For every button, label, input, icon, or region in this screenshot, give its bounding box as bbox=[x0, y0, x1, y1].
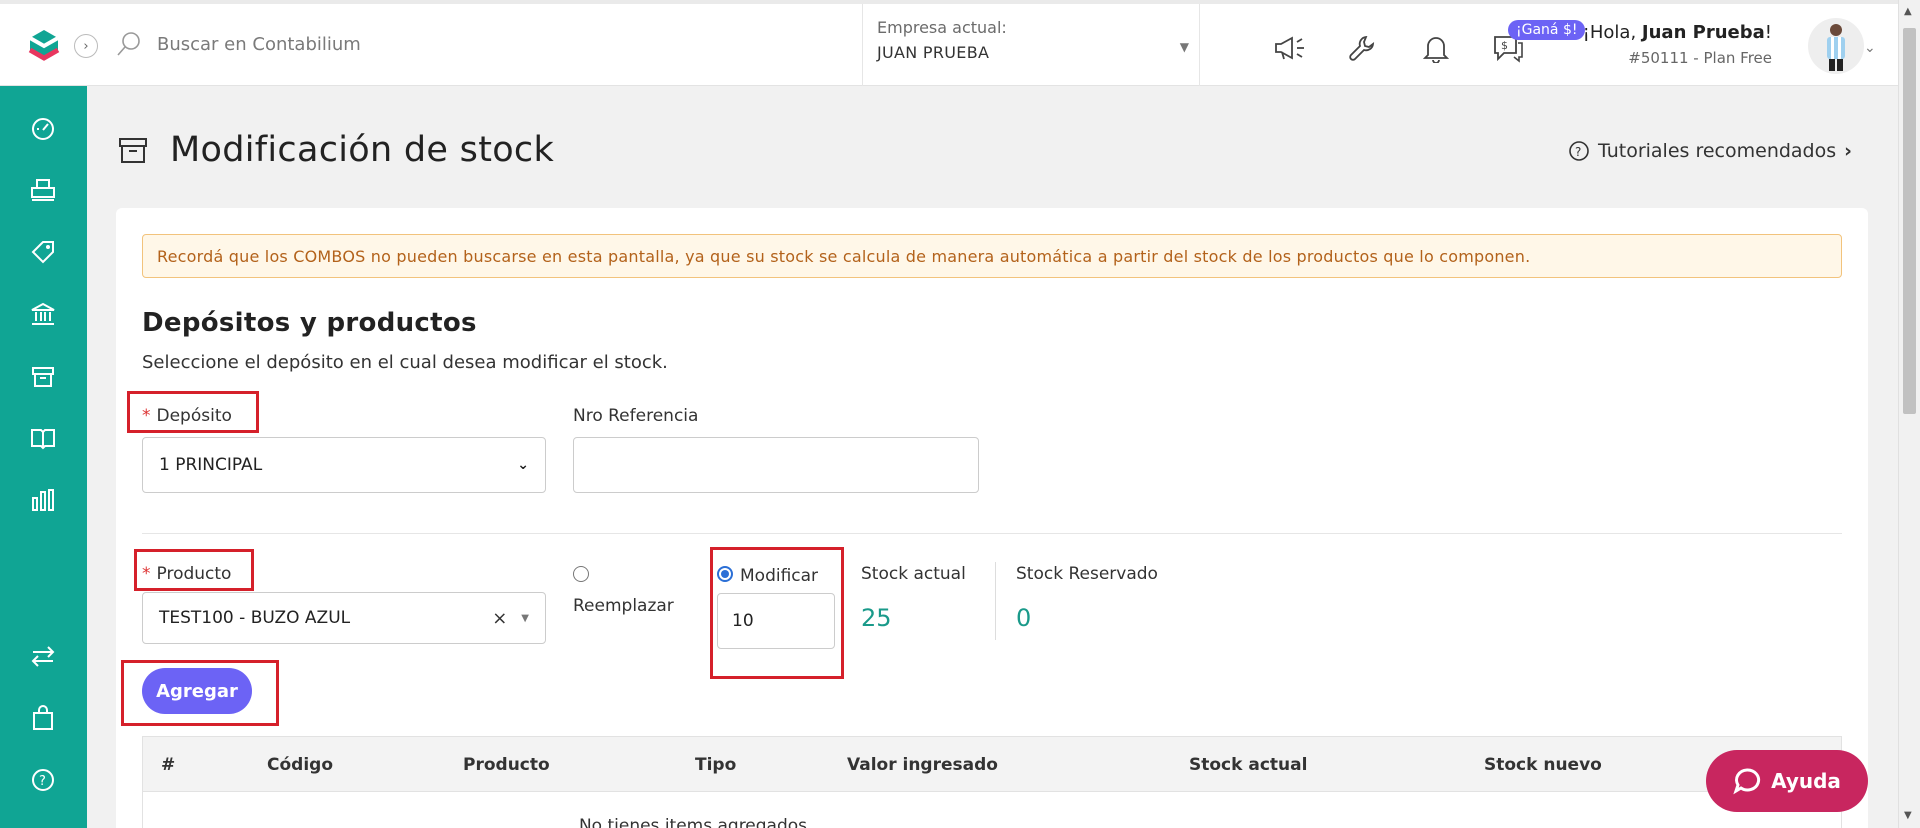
highlight-deposito-label bbox=[127, 391, 259, 433]
search-icon bbox=[117, 32, 140, 56]
highlight-add-button bbox=[121, 660, 279, 726]
empty-table-message: No tienes items agregados bbox=[578, 816, 808, 828]
top-header: › Empresa actual: JUAN PRUEBA ▼ $ ¡Ganá … bbox=[0, 0, 1898, 86]
page-header: Modificación de stock bbox=[118, 130, 554, 170]
referencia-input[interactable] bbox=[573, 437, 979, 493]
user-menu-caret-icon[interactable]: ⌄ bbox=[1864, 40, 1876, 56]
column-header: # bbox=[161, 755, 176, 775]
box-icon bbox=[32, 367, 54, 387]
tutorials-link[interactable]: ? Tutoriales recomendados › bbox=[1568, 140, 1852, 162]
section-title: Depósitos y productos bbox=[142, 308, 477, 338]
sidebar-item-banks[interactable] bbox=[25, 296, 61, 332]
items-table-header: # Código Producto Tipo Valor ingresado S… bbox=[142, 736, 1842, 792]
reemplazar-radio[interactable] bbox=[573, 566, 589, 582]
section-subtitle: Seleccione el depósito en el cual desea … bbox=[142, 352, 668, 373]
greeting-prefix: ¡Hola, bbox=[1582, 22, 1642, 43]
stock-actual-value: 25 bbox=[861, 604, 892, 632]
bar-chart-icon bbox=[32, 489, 54, 511]
avatar[interactable] bbox=[1808, 18, 1864, 74]
referencia-label: Nro Referencia bbox=[573, 406, 699, 426]
deposito-select[interactable]: 1 PRINCIPAL ⌄ bbox=[142, 437, 546, 493]
logo-icon bbox=[28, 30, 59, 61]
bell-icon[interactable] bbox=[1418, 30, 1454, 66]
search-input[interactable] bbox=[157, 33, 677, 55]
stock-form-card: Recordá que los COMBOS no pueden buscars… bbox=[116, 208, 1868, 828]
column-header: Tipo bbox=[695, 755, 737, 775]
stock-actual-label: Stock actual bbox=[861, 564, 966, 584]
greeting-suffix: ! bbox=[1764, 22, 1772, 43]
earn-badge[interactable]: ¡Ganá $! bbox=[1508, 20, 1586, 40]
help-button-label: Ayuda bbox=[1771, 769, 1841, 793]
user-avatar-icon bbox=[1827, 24, 1845, 71]
stock-divider bbox=[995, 562, 996, 640]
svg-text:$: $ bbox=[1501, 39, 1508, 52]
company-value: JUAN PRUEBA bbox=[877, 43, 990, 62]
caret-down-icon: ▼ bbox=[1179, 40, 1189, 54]
sidebar-item-dashboard[interactable] bbox=[25, 110, 61, 146]
help-chat-button[interactable]: Ayuda bbox=[1706, 750, 1868, 812]
deposito-select-value: 1 PRINCIPAL bbox=[159, 455, 263, 475]
archive-icon bbox=[119, 138, 147, 163]
column-header: Producto bbox=[463, 755, 550, 775]
svg-text:?: ? bbox=[1575, 145, 1581, 159]
printer-icon bbox=[31, 179, 55, 201]
column-header: Valor ingresado bbox=[847, 755, 998, 775]
sidebar-item-sales[interactable] bbox=[25, 172, 61, 208]
help-circle-icon: ? bbox=[1569, 141, 1589, 161]
scroll-down-icon[interactable]: ▼ bbox=[1904, 810, 1912, 821]
chat-bubble-icon bbox=[1733, 768, 1761, 795]
collapse-sidebar-button[interactable]: › bbox=[74, 34, 98, 58]
bank-icon bbox=[31, 302, 55, 325]
megaphone-icon[interactable] bbox=[1272, 30, 1308, 66]
highlight-producto-label bbox=[134, 549, 254, 591]
scroll-up-icon[interactable]: ▲ bbox=[1904, 6, 1912, 17]
user-name: Juan Prueba bbox=[1641, 22, 1765, 43]
items-table-body: No tienes items agregados bbox=[142, 792, 1842, 828]
sidebar-item-integrations[interactable] bbox=[25, 638, 61, 674]
company-selector[interactable]: Empresa actual: JUAN PRUEBA ▼ bbox=[862, 4, 1200, 86]
shopping-bag-icon bbox=[33, 705, 53, 730]
sidebar-item-accounting[interactable] bbox=[25, 420, 61, 456]
svg-text:?: ? bbox=[39, 774, 46, 789]
stock-reservado-value: 0 bbox=[1016, 604, 1032, 632]
producto-select-value: TEST100 - BUZO AZUL bbox=[159, 608, 351, 628]
highlight-modificar bbox=[710, 547, 844, 679]
producto-select[interactable]: TEST100 - BUZO AZUL × ▼ bbox=[142, 592, 546, 644]
chevron-right-icon: › bbox=[1844, 140, 1852, 162]
tutorials-label: Tutoriales recomendados bbox=[1597, 140, 1837, 162]
page-title: Modificación de stock bbox=[170, 130, 555, 170]
sidebar-item-store[interactable] bbox=[25, 700, 61, 736]
sidebar: ? bbox=[0, 86, 87, 828]
combos-alert: Recordá que los COMBOS no pueden buscars… bbox=[142, 234, 1842, 278]
tag-icon bbox=[31, 241, 54, 264]
wrench-icon[interactable] bbox=[1344, 30, 1380, 66]
user-greeting: ¡Hola, Juan Prueba! #50111 - Plan Free bbox=[1583, 22, 1772, 67]
dashboard-icon bbox=[32, 118, 54, 140]
column-header: Código bbox=[267, 755, 333, 775]
chevron-down-icon: ⌄ bbox=[517, 457, 529, 473]
company-label: Empresa actual: bbox=[877, 18, 1007, 37]
sidebar-item-inventory[interactable] bbox=[25, 358, 61, 394]
scrollbar-thumb[interactable] bbox=[1903, 28, 1916, 414]
form-divider bbox=[142, 533, 1842, 534]
search-bar bbox=[115, 30, 677, 58]
help-circle-icon: ? bbox=[32, 769, 54, 791]
caret-down-icon: ▼ bbox=[521, 612, 529, 624]
column-header: Stock nuevo bbox=[1484, 755, 1602, 775]
transfer-icon bbox=[31, 646, 55, 667]
column-header: Stock actual bbox=[1189, 755, 1308, 775]
sidebar-item-products[interactable] bbox=[25, 234, 61, 270]
plan-info: #50111 - Plan Free bbox=[1628, 49, 1772, 67]
sidebar-item-help[interactable]: ? bbox=[25, 762, 61, 798]
stock-reservado-label: Stock Reservado bbox=[1016, 564, 1158, 584]
book-icon bbox=[31, 429, 55, 450]
reemplazar-label[interactable]: Reemplazar bbox=[573, 596, 674, 616]
clear-icon[interactable]: × bbox=[492, 608, 507, 629]
page-scrollbar[interactable]: ▲ ▼ bbox=[1898, 0, 1920, 828]
sidebar-item-reports[interactable] bbox=[25, 482, 61, 518]
